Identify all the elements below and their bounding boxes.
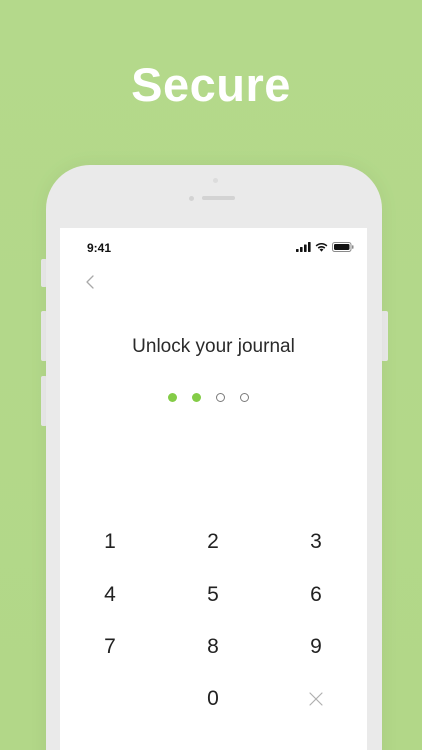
status-time: 9:41 [87,241,112,255]
key-2[interactable]: 2 [183,522,243,562]
power-button [381,311,388,361]
headline: Secure [131,58,291,111]
close-icon [309,692,323,707]
earpiece-speaker [202,196,235,200]
back-button[interactable] [82,272,102,292]
phone-screen: 9:41 Unlock your journal 1 2 3 4 5 6 7 8… [60,228,367,750]
wifi-icon [315,242,328,252]
passcode-dot-filled [168,393,177,402]
key-0[interactable]: 0 [183,679,243,719]
key-1[interactable]: 1 [80,522,140,562]
unlock-title: Unlock your journal [132,336,295,357]
delete-button[interactable] [286,679,346,719]
passcode-dot-filled [192,393,201,402]
passcode-indicator [168,393,249,402]
passcode-dot-empty [216,393,225,402]
key-9[interactable]: 9 [286,627,346,667]
chevron-left-icon [86,275,94,289]
key-3[interactable]: 3 [286,522,346,562]
front-camera [213,178,218,183]
key-7[interactable]: 7 [80,627,140,667]
passcode-dot-empty [240,393,249,402]
cellular-signal-icon [296,242,311,252]
key-8[interactable]: 8 [183,627,243,667]
key-5[interactable]: 5 [183,575,243,615]
battery-icon [332,242,354,252]
key-6[interactable]: 6 [286,575,346,615]
proximity-sensor [189,196,194,201]
status-icons [296,241,354,253]
key-4[interactable]: 4 [80,575,140,615]
app-store-screenshot: Secure 9:41 Unlock your journal 1 2 3 4 … [0,0,422,750]
